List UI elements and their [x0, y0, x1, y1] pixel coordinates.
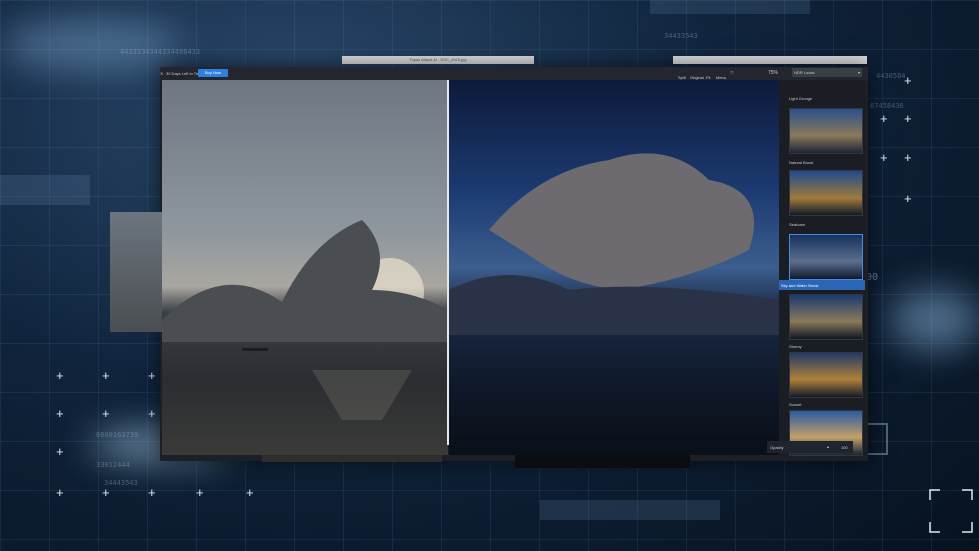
glow-right	[890, 290, 979, 350]
bg-digits: 67458436	[870, 102, 904, 110]
bg-digits: 4433334344334486433	[120, 48, 201, 56]
preset-label: Sunset	[789, 402, 802, 407]
deco-bar	[0, 175, 90, 205]
close-icon[interactable]: ✕	[160, 71, 163, 76]
plus-icon: +	[904, 111, 912, 126]
deco-bar	[540, 500, 720, 520]
comparison-photo[interactable]	[162, 80, 782, 455]
preset-label: Natural Boost	[789, 160, 814, 165]
opacity-label: Opacity	[770, 445, 784, 450]
plus-icon: +	[880, 111, 888, 126]
plus-icon: +	[196, 485, 204, 500]
preset-label: Sky and Water Boost	[781, 283, 819, 288]
preset-thumb-seafoam[interactable]	[789, 234, 863, 280]
bg-digits: 4430584	[876, 72, 906, 80]
plus-icon: +	[56, 368, 64, 383]
corner-bracket-icon	[929, 489, 973, 533]
plus-icon: +	[56, 444, 64, 459]
zoom-level[interactable]: 75%	[768, 70, 778, 76]
plus-icon: +	[148, 406, 156, 421]
preset-thumb-sky-water[interactable]	[789, 294, 863, 340]
preset-panel: Light Grunge Natural Boost Seafoam Sky a…	[779, 80, 865, 456]
plus-icon: +	[102, 368, 110, 383]
preset-thumb-stormy[interactable]	[789, 352, 863, 398]
chevron-down-icon: ▾	[857, 70, 860, 75]
plus-icon: +	[102, 485, 110, 500]
opacity-bar[interactable]: Opacity ▴ 100	[767, 441, 853, 453]
plus-icon: +	[246, 485, 254, 500]
processed-image	[449, 80, 782, 455]
chevron-up-icon[interactable]: ▴	[827, 444, 829, 449]
glow-top-left	[0, 20, 180, 70]
deco-bar	[650, 0, 810, 14]
original-image	[162, 80, 448, 455]
preset-thumb-light-grunge[interactable]	[789, 108, 863, 154]
title-strip	[673, 56, 867, 64]
bg-digits: 34433543	[664, 32, 698, 40]
preset-label: Light Grunge	[789, 96, 813, 101]
window-title: Topaz Adjust AI - DSC_4915.jpg	[342, 56, 534, 64]
circle-icon[interactable]: ○	[730, 70, 734, 76]
plus-icon: +	[102, 406, 110, 421]
plus-icon: +	[880, 150, 888, 165]
plus-icon: +	[56, 406, 64, 421]
toolbar: ✕ 30 Days Left in Trial Buy Now Split Or…	[160, 67, 868, 81]
plus-icon: +	[148, 368, 156, 383]
plus-icon: +	[56, 485, 64, 500]
photo-extension-left	[110, 212, 170, 332]
preset-dropdown[interactable]: HDR Looks ▾	[792, 68, 862, 77]
preset-thumb-natural-boost[interactable]	[789, 170, 863, 216]
buy-now-button[interactable]: Buy Now	[198, 69, 228, 77]
split-divider[interactable]	[447, 80, 449, 445]
bg-digits: 33012444	[96, 461, 130, 469]
plus-icon: +	[904, 191, 912, 206]
preset-label: Stormy	[789, 344, 802, 349]
plus-icon: +	[904, 150, 912, 165]
opacity-value: 100	[841, 445, 848, 450]
trial-text: 30 Days Left in Trial	[166, 71, 202, 76]
bg-digits: 6800163739	[96, 431, 139, 439]
plus-icon: +	[904, 73, 912, 88]
plus-icon: +	[148, 485, 156, 500]
preset-label: Seafoam	[789, 222, 806, 227]
